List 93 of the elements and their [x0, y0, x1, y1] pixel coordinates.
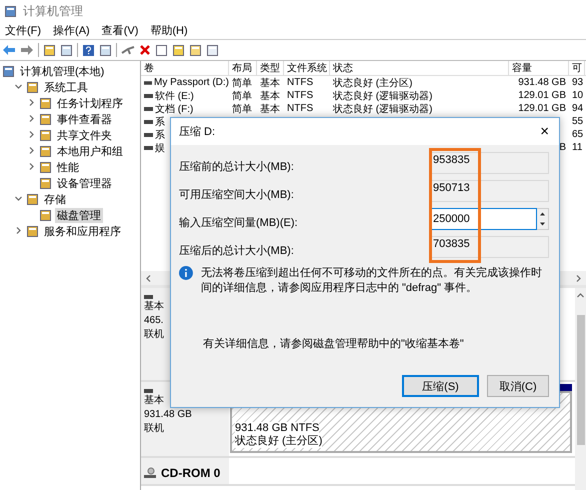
help-icon[interactable]: [82, 44, 95, 56]
readonly-field: 950713: [430, 180, 549, 202]
collapsed-chevron-icon[interactable]: [28, 131, 35, 138]
readonly-field: 703835: [430, 236, 549, 258]
field-label: 可用压缩空间大小(MB):: [179, 188, 294, 202]
dialog-title: 压缩 D:: [179, 124, 216, 139]
table-cell-text: 状态良好 (逻辑驱动器): [333, 102, 432, 116]
tree-item[interactable]: 服务和应用程序: [42, 224, 123, 238]
disk-info-text: 基本: [144, 394, 165, 407]
table-cell: 55: [572, 116, 584, 127]
table-cell: 11: [572, 142, 582, 153]
menu-item[interactable]: 文件(F): [4, 23, 42, 38]
collapsed-chevron-icon[interactable]: [28, 147, 35, 154]
column-header[interactable]: 布局: [229, 61, 257, 75]
field-label: 压缩后的总计大小(MB):: [179, 244, 294, 258]
table-cell: NTFS: [287, 103, 314, 114]
scroll-left-icon[interactable]: [145, 274, 152, 282]
tree-item[interactable]: 共享文件夹: [55, 128, 114, 142]
help-text: 有关详细信息，请参阅磁盘管理帮助中的"收缩基本卷": [202, 336, 465, 351]
tree-item[interactable]: 磁盘管理: [55, 208, 103, 222]
scroll-up-icon[interactable]: [577, 292, 584, 299]
table-cell-text: 状态良好 (主分区): [333, 76, 412, 90]
amount-input[interactable]: 250000: [430, 208, 537, 230]
info-icon: [179, 266, 193, 280]
field-label: 压缩前的总计大小(MB):: [179, 160, 294, 174]
table-cell-text: 娱: [155, 142, 165, 154]
table-cell: My Passport (D:): [154, 77, 229, 88]
menu-item[interactable]: 操作(A): [52, 23, 91, 38]
table-cell-text: 状态良好 (逻辑驱动器): [333, 90, 432, 102]
table-cell-text: 系: [155, 116, 165, 128]
window-title: 计算机管理: [23, 2, 83, 20]
expanded-chevron-icon[interactable]: [15, 83, 22, 90]
column-header[interactable]: 容量: [509, 61, 569, 75]
collapsed-chevron-icon[interactable]: [15, 227, 22, 234]
table-cell-text: 文档 (F:): [155, 102, 194, 116]
expanded-chevron-icon[interactable]: [15, 195, 22, 202]
column-header[interactable]: 文件系统: [284, 61, 330, 75]
tree-item[interactable]: 性能: [55, 160, 81, 174]
disk-info-text: 基本: [144, 300, 165, 313]
table-cell-text: 129.01 GB: [518, 103, 567, 114]
table-cell: 10: [572, 90, 584, 101]
table-cell: 65: [572, 129, 584, 140]
disk-info-text: 联机: [144, 328, 165, 341]
scrollbar-thumb[interactable]: [576, 315, 584, 445]
table-cell: NTFS: [287, 90, 314, 101]
table-cell-text: 129.01 GB: [518, 90, 567, 101]
table-cell-text: 基本: [260, 90, 280, 102]
table-cell-text: 基本: [260, 102, 280, 116]
disk-info-text: 931.48 GB: [144, 408, 193, 421]
collapsed-chevron-icon[interactable]: [28, 99, 35, 106]
table-cell-text: 简单: [232, 76, 252, 90]
menu-item[interactable]: 查看(V): [100, 23, 140, 38]
dialog-button[interactable]: 取消(C): [487, 375, 549, 397]
tree-item[interactable]: 系统工具: [42, 80, 90, 94]
field-label: 输入压缩空间量(MB)(E):: [179, 216, 298, 230]
tree-item[interactable]: 任务计划程序: [55, 96, 125, 110]
delete-icon[interactable]: [139, 44, 151, 56]
collapsed-chevron-icon[interactable]: [28, 115, 35, 122]
forward-arrow-icon[interactable]: [20, 44, 34, 56]
scroll-right-icon[interactable]: [575, 274, 582, 282]
tree-item[interactable]: 计算机管理(本地): [18, 64, 106, 78]
volume-icon: [144, 80, 152, 84]
table-cell-text: 系: [155, 128, 165, 142]
table-cell-text: 软件 (E:): [155, 90, 194, 102]
tree-item[interactable]: 设备管理器: [55, 176, 114, 190]
table-cell-text: 简单: [232, 102, 252, 116]
info-message: 无法将卷压缩到超出任何不可移动的文件所在的点。有关完成该操作时间的详细信息，请参阅应用程序日志中的 "defrag" 事件。: [200, 266, 543, 296]
readonly-field: 953835: [430, 152, 549, 174]
disk-info-text: 联机: [144, 422, 165, 435]
table-cell-text: 简单: [232, 90, 252, 102]
dialog-button[interactable]: 压缩(S): [402, 375, 479, 397]
tree-item[interactable]: 存储: [42, 192, 68, 206]
close-button[interactable]: ×: [538, 124, 551, 140]
cd-drive-icon: [144, 466, 156, 478]
column-header[interactable]: 状态: [330, 61, 509, 75]
table-cell: NTFS: [287, 77, 314, 88]
tree-item[interactable]: 本地用户和组: [55, 144, 125, 158]
table-cell: 93: [572, 77, 584, 88]
column-header[interactable]: 卷: [141, 61, 229, 75]
table-cell-text: 931.48 GB: [518, 77, 567, 88]
menu-item[interactable]: 帮助(H): [149, 23, 189, 38]
partition-info-text: 状态良好 (主分区): [235, 435, 322, 448]
table-cell: 94: [572, 103, 584, 114]
back-arrow-icon[interactable]: [2, 44, 16, 56]
table-cell-text: 基本: [260, 76, 280, 90]
disk-info-text: 465.: [144, 314, 164, 327]
collapsed-chevron-icon[interactable]: [28, 163, 35, 170]
column-header[interactable]: 类型: [257, 61, 284, 75]
partition-info-text: 931.48 GB NTFS: [235, 422, 320, 435]
column-header[interactable]: 可: [569, 61, 585, 75]
table-cell-text: B: [559, 142, 567, 153]
tree-item[interactable]: 事件查看器: [55, 112, 114, 126]
disk-name: CD-ROM 0: [161, 466, 220, 480]
